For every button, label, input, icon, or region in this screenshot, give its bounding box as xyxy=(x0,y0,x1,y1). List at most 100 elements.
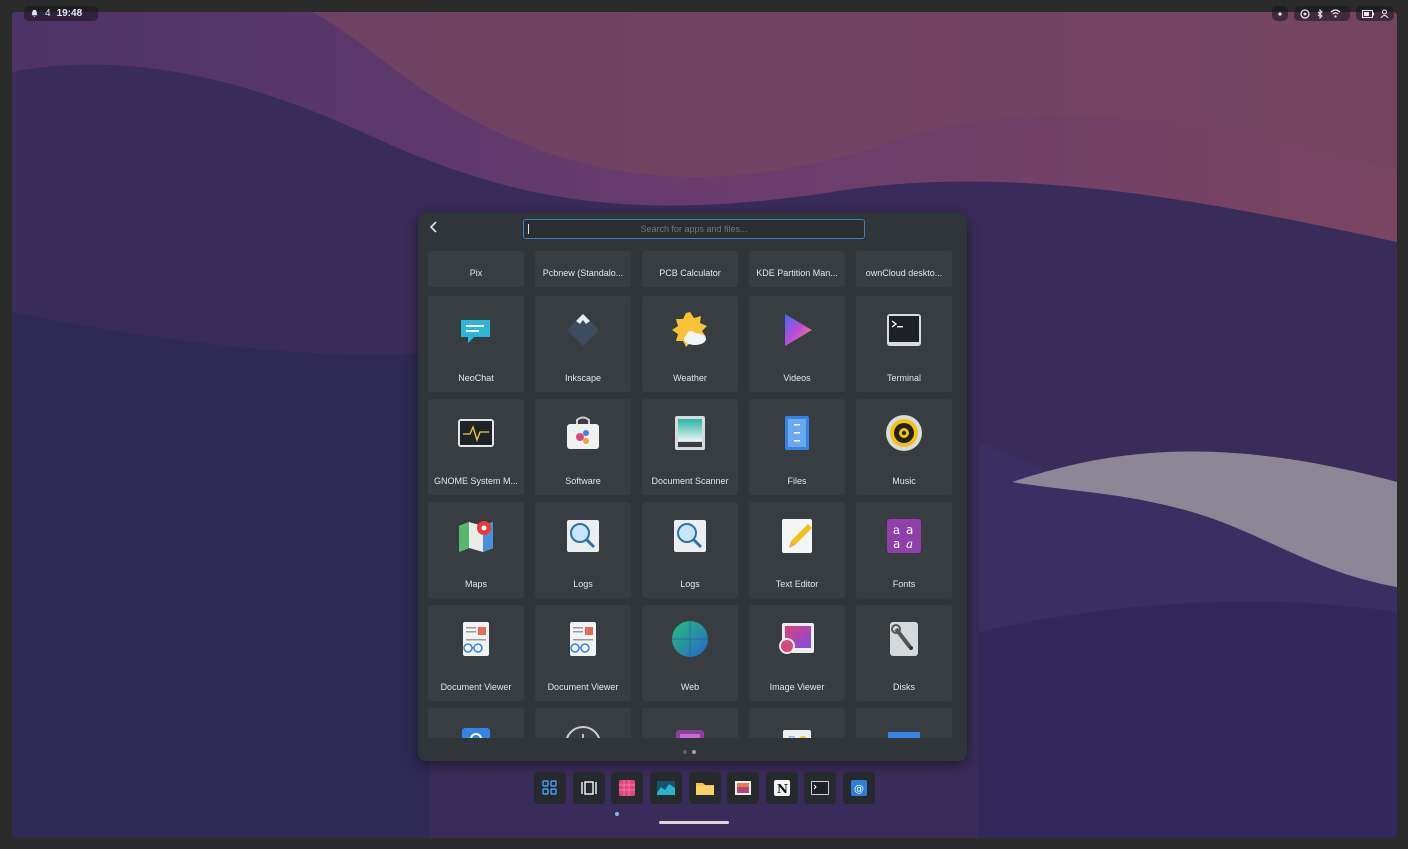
app-tile[interactable]: Inkscape xyxy=(535,296,631,392)
app-tile[interactable]: Document Viewer xyxy=(428,605,524,701)
dock-mosaic-app-button[interactable] xyxy=(611,772,643,804)
app-tile[interactable]: Document Viewer xyxy=(535,605,631,701)
app-tile[interactable]: Disks xyxy=(856,605,952,701)
logs-icon xyxy=(563,516,603,556)
app-tile[interactable]: Document Scanner xyxy=(642,399,738,495)
app-label: KDE Partition Man... xyxy=(756,268,838,278)
app-label: Music xyxy=(892,476,916,486)
weather-icon xyxy=(670,310,710,350)
app-tile[interactable]: Logs xyxy=(642,502,738,598)
notification-count: 4 xyxy=(45,8,51,19)
app-tile[interactable]: Pcbnew (Standalo... xyxy=(535,251,631,287)
app-label: ownCloud deskto... xyxy=(865,268,943,278)
app-tile[interactable]: Web xyxy=(642,605,738,701)
app-tile[interactable]: Maps xyxy=(428,502,524,598)
svg-text:a: a xyxy=(906,523,913,537)
contacts-icon xyxy=(456,722,496,738)
page-dot-active[interactable] xyxy=(692,750,696,754)
dock-workspaces-button[interactable] xyxy=(573,772,605,804)
dock-files-button[interactable] xyxy=(689,772,721,804)
app-tile[interactable]: Videos xyxy=(749,296,845,392)
clocks-icon xyxy=(563,722,603,738)
app-tile[interactable]: PCB Calculator xyxy=(642,251,738,287)
app-launcher: Pix Pcbnew (Standalo... PCB Calculator K… xyxy=(418,213,967,761)
files-icon xyxy=(777,413,817,453)
app-label: Logs xyxy=(573,579,593,589)
app-tile[interactable]: Files xyxy=(749,399,845,495)
app-label: Files xyxy=(787,476,807,486)
app-label: Maps xyxy=(464,579,487,589)
app-label: Disks xyxy=(893,682,915,692)
document-viewer-icon xyxy=(563,619,603,659)
page-dot[interactable] xyxy=(683,750,687,754)
accessibility-icon xyxy=(1300,8,1310,19)
indicator-dot-button[interactable] xyxy=(1272,6,1288,21)
app-tile[interactable]: ownCloud deskto... xyxy=(856,251,952,287)
app-label: Logs xyxy=(680,579,700,589)
dot-icon xyxy=(1278,11,1282,16)
svg-text:N: N xyxy=(777,782,788,796)
document-scanner-icon xyxy=(670,413,710,453)
notifications-clock[interactable]: 4 19:48 xyxy=(24,6,98,21)
app-tile[interactable]: aaaa Fonts xyxy=(856,502,952,598)
app-tile[interactable]: Terminal xyxy=(856,296,952,392)
app-tile[interactable] xyxy=(856,708,952,738)
dock-notion-button[interactable]: N xyxy=(766,772,798,804)
svg-text:a: a xyxy=(893,537,900,551)
app-label: Document Viewer xyxy=(440,682,512,692)
app-tile[interactable]: Pix xyxy=(428,251,524,287)
app-label: Pcbnew (Standalo... xyxy=(542,268,624,278)
app-tile[interactable]: Weather xyxy=(642,296,738,392)
app-tile[interactable]: Text Editor xyxy=(749,502,845,598)
text-caret xyxy=(528,224,529,234)
app-tile[interactable]: KDE Partition Man... xyxy=(749,251,845,287)
image-viewer-icon xyxy=(777,619,817,659)
back-button[interactable] xyxy=(426,219,442,235)
system-status-menu[interactable] xyxy=(1294,6,1350,21)
battery-icon xyxy=(1362,9,1374,18)
document-viewer-icon xyxy=(456,619,496,659)
app-tile[interactable]: Image Viewer xyxy=(749,605,845,701)
web-icon xyxy=(670,619,710,659)
dock-system-monitor-button[interactable] xyxy=(650,772,682,804)
app-label: Inkscape xyxy=(564,373,602,383)
chevron-left-icon xyxy=(426,221,442,239)
app-tile[interactable]: 月 xyxy=(749,708,845,738)
dock-image-viewer-button[interactable] xyxy=(727,772,759,804)
dictionary-icon: 月 xyxy=(777,722,817,738)
app-tile[interactable]: Logs xyxy=(535,502,631,598)
app-label: Fonts xyxy=(892,579,916,589)
page-indicator xyxy=(683,750,696,754)
app-tile[interactable] xyxy=(642,708,738,738)
app-label: Document Scanner xyxy=(651,476,729,486)
app-label: NeoChat xyxy=(458,373,494,383)
battery-user-menu[interactable] xyxy=(1356,6,1394,21)
app-label: GNOME System M... xyxy=(433,476,518,486)
app-label: Software xyxy=(565,476,601,486)
app-label: Web xyxy=(680,682,700,692)
app-tile[interactable]: GNOME System M... xyxy=(428,399,524,495)
home-indicator-bar[interactable] xyxy=(659,821,729,824)
app-tile[interactable]: Software xyxy=(535,399,631,495)
app-label: Terminal xyxy=(886,373,921,383)
app-tile[interactable] xyxy=(535,708,631,738)
disks-icon xyxy=(884,619,924,659)
app-tile[interactable]: Music xyxy=(856,399,952,495)
maps-icon xyxy=(456,516,496,556)
app-label: Document Viewer xyxy=(547,682,619,692)
app-label: Text Editor xyxy=(775,579,819,589)
dock-email-button[interactable]: @ xyxy=(843,772,875,804)
bell-icon xyxy=(30,9,39,18)
app-tile[interactable]: NeoChat xyxy=(428,296,524,392)
dock-terminal-button[interactable] xyxy=(804,772,836,804)
text-editor-icon xyxy=(777,516,817,556)
fonts-icon: aaaa xyxy=(884,516,924,556)
app-grid: Pix Pcbnew (Standalo... PCB Calculator K… xyxy=(428,251,956,738)
dock-app-grid-button[interactable] xyxy=(534,772,566,804)
app-tile[interactable] xyxy=(428,708,524,738)
wifi-icon xyxy=(1330,9,1341,18)
app-label: PCB Calculator xyxy=(659,268,721,278)
logs-icon xyxy=(670,516,710,556)
user-icon xyxy=(1380,9,1389,18)
search-input[interactable] xyxy=(523,219,865,239)
